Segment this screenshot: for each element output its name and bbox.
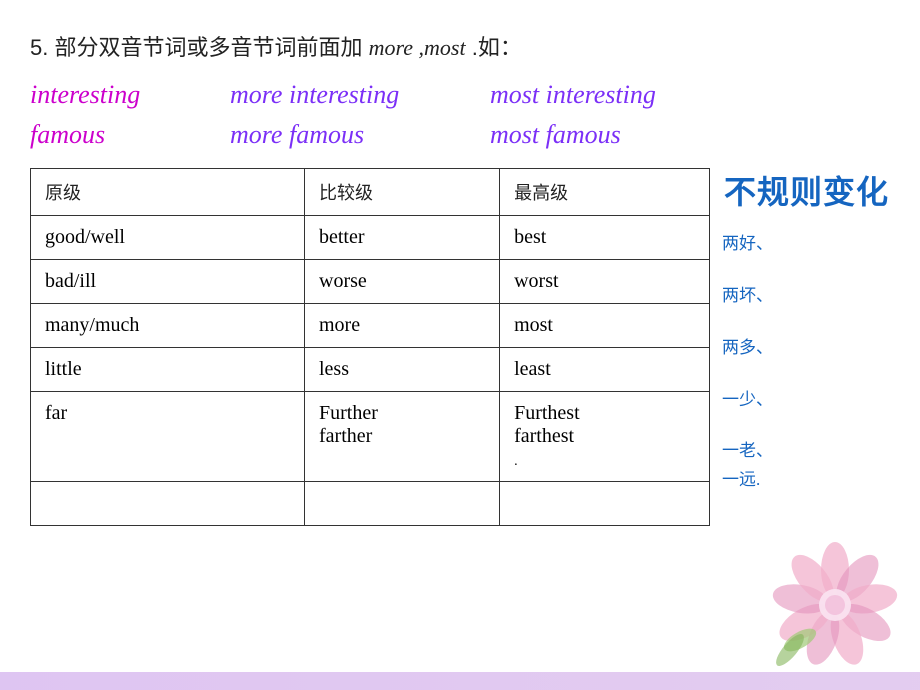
note-far: 一老、 一远. — [716, 423, 920, 503]
cell-base: far — [31, 392, 305, 482]
table-header-row: 原级 比较级 最高级 — [31, 169, 710, 216]
cell-base: many/much — [31, 304, 305, 348]
example-row-famous: famous more famous most famous — [30, 120, 890, 150]
cell-base: good/well — [31, 216, 305, 260]
page: 5. 部分双音节词或多音节词前面加 more ,most .如： interes… — [0, 0, 920, 690]
cell-empty — [305, 482, 500, 526]
cell-comparative: worse — [305, 260, 500, 304]
table-row: many/much more most — [31, 304, 710, 348]
header-base: 原级 — [31, 169, 305, 216]
side-notes-column: 不规则变化 两好、 两坏、 两多、 一少、 一老、 一远. — [716, 168, 920, 503]
super-famous: most famous — [490, 120, 621, 150]
irregular-title: 不规则变化 — [724, 167, 889, 213]
cell-comparative: less — [305, 348, 500, 392]
cell-empty — [500, 482, 710, 526]
super-interesting: most interesting — [490, 80, 656, 110]
base-interesting: interesting — [30, 80, 230, 110]
table-row: good/well better best — [31, 216, 710, 260]
cell-comparative: more — [305, 304, 500, 348]
cell-superlative: best — [500, 216, 710, 260]
comp-famous: more famous — [230, 120, 490, 150]
note-many: 两多、 — [716, 319, 920, 371]
table-section: 原级 比较级 最高级 good/well better best bad/ill… — [30, 168, 890, 526]
cell-superlative: worst — [500, 260, 710, 304]
bottom-bar — [0, 672, 920, 690]
note-bad: 两坏、 — [716, 267, 920, 319]
header-comparative: 比较级 — [305, 169, 500, 216]
title-chinese: 部分双音节词或多音节词前面加 — [54, 35, 362, 60]
title-terms: more ,most — [369, 35, 466, 60]
cell-superlative: Furthestfarthest. — [500, 392, 710, 482]
comp-interesting: more interesting — [230, 80, 490, 110]
table-row: bad/ill worse worst — [31, 260, 710, 304]
irregular-title-row: 不规则变化 — [716, 168, 920, 215]
cell-empty — [31, 482, 305, 526]
cell-comparative: better — [305, 216, 500, 260]
table-row: little less least — [31, 348, 710, 392]
section-title: 5. 部分双音节词或多音节词前面加 more ,most .如： — [30, 30, 890, 62]
flower-svg — [770, 540, 900, 670]
table-row-empty — [31, 482, 710, 526]
cell-base: little — [31, 348, 305, 392]
example-row-interesting: interesting more interesting most intere… — [30, 80, 890, 110]
title-number: 5. — [30, 35, 54, 60]
cell-comparative: Furtherfarther — [305, 392, 500, 482]
note-good: 两好、 — [716, 215, 920, 267]
title-suffix: .如： — [472, 35, 522, 60]
cell-superlative: least — [500, 348, 710, 392]
comparison-table: 原级 比较级 最高级 good/well better best bad/ill… — [30, 168, 710, 526]
header-superlative: 最高级 — [500, 169, 710, 216]
cell-superlative: most — [500, 304, 710, 348]
cell-base: bad/ill — [31, 260, 305, 304]
examples: interesting more interesting most intere… — [30, 80, 890, 150]
base-famous: famous — [30, 120, 230, 150]
table-row: far Furtherfarther Furthestfarthest. — [31, 392, 710, 482]
note-little: 一少、 — [716, 371, 920, 423]
flower-decoration — [770, 540, 900, 670]
